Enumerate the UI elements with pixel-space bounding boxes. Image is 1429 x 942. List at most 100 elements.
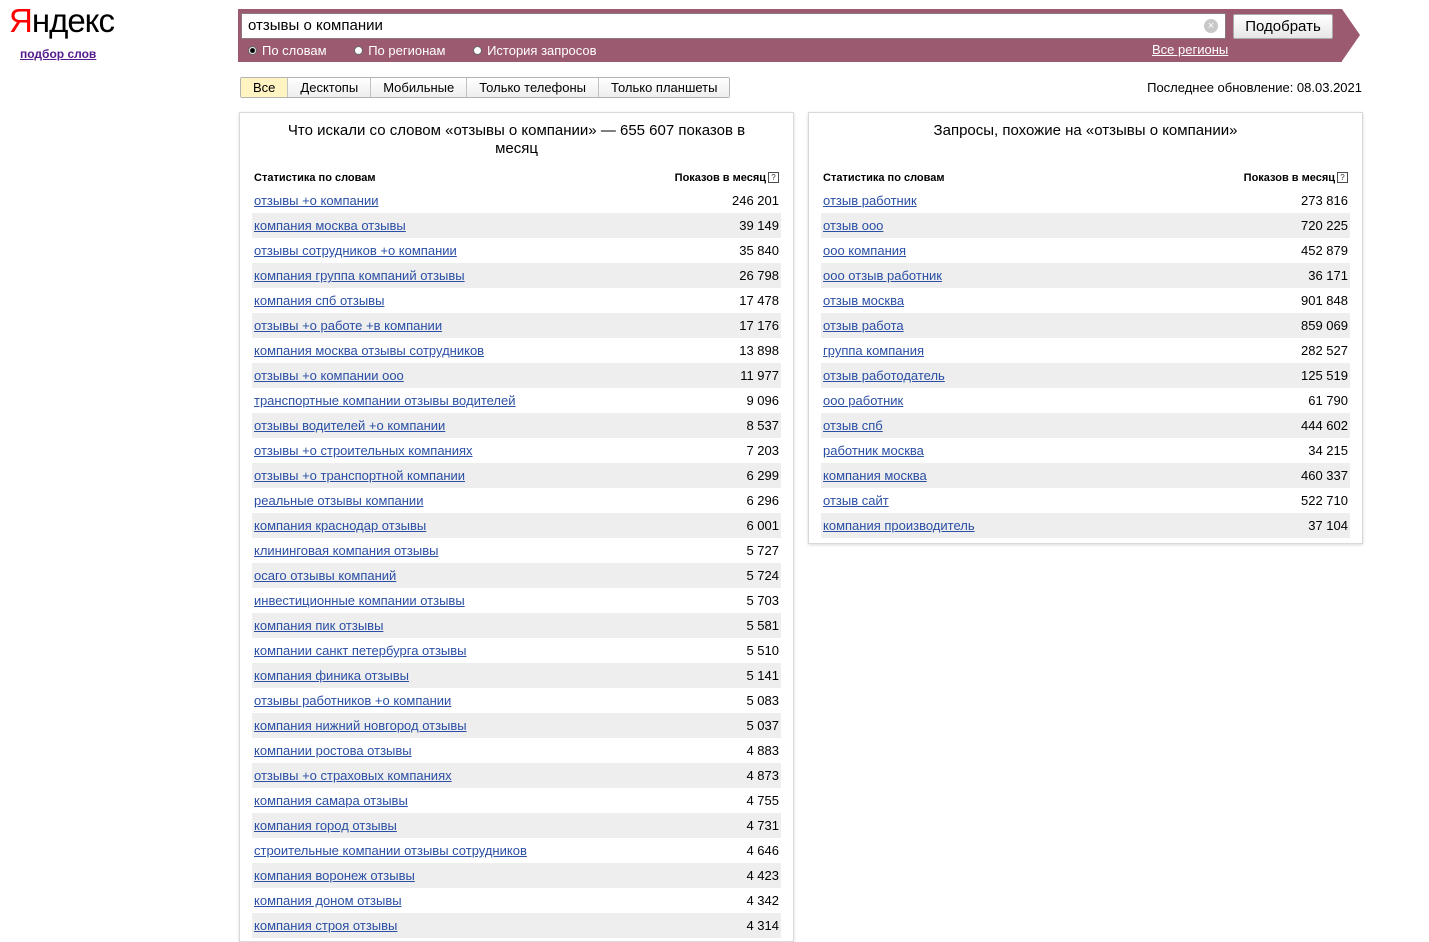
radio-by-words[interactable]: По словам [248,43,327,58]
table-row: компания пик отзывы 5 581 [252,613,781,638]
impressions-count: 4 755 [746,793,779,808]
phrase-link[interactable]: отзывы +о компании [254,188,378,213]
phrase-link[interactable]: компания москва отзывы [254,213,406,238]
phrase-link[interactable]: компания воронеж отзывы [254,863,415,888]
phrase-link[interactable]: отзыв сайт [823,488,889,513]
phrase-link[interactable]: компания краснодар отзывы [254,513,426,538]
all-regions-link[interactable]: Все регионы [1152,42,1228,57]
impressions-count: 859 069 [1301,318,1348,333]
radio-dot [473,46,483,55]
phrase-link[interactable]: компания самара отзывы [254,788,408,813]
phrase-link[interactable]: компания нижний новгород отзывы [254,713,467,738]
help-icon[interactable]: ? [1337,172,1348,183]
search-input[interactable] [248,17,1188,34]
search-box[interactable]: × [241,13,1226,39]
impressions-count: 36 171 [1308,268,1348,283]
last-updated: Последнее обновление: 08.03.2021 [1147,80,1362,95]
impressions-count: 6 299 [746,468,779,483]
radio-label: История запросов [487,43,597,58]
table-row: транспортные компании отзывы водителей 9 … [252,388,781,413]
table-row: компания спб отзывы 17 478 [252,288,781,313]
tab-tablets-only[interactable]: Только планшеты [599,78,730,97]
table-row: компания москва отзывы сотрудников 13 898 [252,338,781,363]
phrase-link[interactable]: строительные компании отзывы сотрудников [254,838,527,863]
impressions-count: 125 519 [1301,368,1348,383]
table-row: отзывы +о компании 246 201 [252,188,781,213]
table-row: компания производитель 37 104 [821,513,1350,538]
phrase-link[interactable]: отзывы +о страховых компаниях [254,763,452,788]
column-header-count-label: Показов в месяц [1243,172,1335,184]
phrase-link[interactable]: отзыв спб [823,413,883,438]
table-row: компании ростова отзывы 4 883 [252,738,781,763]
phrase-link[interactable]: компания строя отзывы [254,913,397,938]
radio-by-regions[interactable]: По регионам [354,43,445,58]
phrase-link[interactable]: отзывы +о строительных компаниях [254,438,473,463]
phrase-link[interactable]: отзыв ооо [823,213,883,238]
phrase-link[interactable]: компания москва отзывы сотрудников [254,338,484,363]
impressions-count: 273 816 [1301,193,1348,208]
tab-all[interactable]: Все [241,78,289,97]
phrase-link[interactable]: отзывы сотрудников +о компании [254,238,457,263]
phrase-link[interactable]: компания финика отзывы [254,663,409,688]
phrase-link[interactable]: осаго отзывы компаний [254,563,396,588]
phrase-link[interactable]: ооо работник [823,388,903,413]
table-row: реальные отзывы компании 6 296 [252,488,781,513]
phrase-link[interactable]: компании санкт петербурга отзывы [254,638,467,663]
phrase-link[interactable]: отзывы +о работе +в компании [254,313,442,338]
table-row: отзывы +о страховых компаниях 4 873 [252,763,781,788]
phrase-link[interactable]: отзывы работников +о компании [254,688,451,713]
phrase-link[interactable]: реальные отзывы компании [254,488,423,513]
search-mode-radios: По словам По регионам История запросов [248,43,621,58]
phrase-link[interactable]: отзывы +о компании ооо [254,363,404,388]
phrase-link[interactable]: компания производитель [823,513,975,538]
phrase-link[interactable]: компании ростова отзывы [254,738,412,763]
phrase-link[interactable]: группа компания [823,338,924,363]
radio-query-history[interactable]: История запросов [473,43,597,58]
table-row: отзывы +о транспортной компании 6 299 [252,463,781,488]
phrase-link[interactable]: клининговая компания отзывы [254,538,438,563]
phrase-link[interactable]: работник москва [823,438,924,463]
phrase-link[interactable]: транспортные компании отзывы водителей [254,388,516,413]
table-row: компания воронеж отзывы 4 423 [252,863,781,888]
phrase-link[interactable]: отзыв работа [823,313,904,338]
impressions-count: 4 423 [746,868,779,883]
phrase-link[interactable]: компания пик отзывы [254,613,383,638]
phrase-link[interactable]: отзыв москва [823,288,904,313]
phrase-link[interactable]: отзывы +о транспортной компании [254,463,465,488]
impressions-count: 6 296 [746,493,779,508]
phrase-link[interactable]: отзывы водителей +о компании [254,413,445,438]
phrase-link[interactable]: компания город отзывы [254,813,397,838]
column-header-count: Показов в месяц? [675,172,779,188]
impressions-count: 5 510 [746,643,779,658]
table-row: осаго отзывы компаний 5 724 [252,563,781,588]
phrase-link[interactable]: ооо компания [823,238,906,263]
phrase-link[interactable]: инвестиционные компании отзывы [254,588,465,613]
column-header-phrase: Статистика по словам [823,172,945,184]
tab-mobile[interactable]: Мобильные [371,78,468,97]
help-icon[interactable]: ? [768,172,779,183]
yandex-logo[interactable]: Яндекс [9,2,115,40]
phrase-link[interactable]: компания группа компаний отзывы [254,263,465,288]
tab-phones-only[interactable]: Только телефоны [467,78,600,97]
phrase-link[interactable]: компания доном отзывы [254,888,402,913]
impressions-count: 460 337 [1301,468,1348,483]
impressions-count: 5 581 [746,618,779,633]
phrase-link[interactable]: ооо отзыв работник [823,263,942,288]
phrase-link[interactable]: отзыв работник [823,188,917,213]
phrase-link[interactable]: отзыв работодатель [823,363,945,388]
tab-desktops[interactable]: Десктопы [288,78,372,97]
phrase-link[interactable]: компания спб отзывы [254,288,384,313]
similar-table-body: отзыв работник 273 816 отзыв ооо 720 225 ооо… [821,188,1350,538]
table-row: строительные компании отзывы сотрудников… [252,838,781,863]
table-row: отзыв спб 444 602 [821,413,1350,438]
phrase-link[interactable]: компания москва [823,463,927,488]
pick-button[interactable]: Подобрать [1233,14,1333,39]
similar-panel-title: Запросы, похожие на «отзывы о компании» [933,122,1238,139]
clear-icon[interactable]: × [1204,19,1218,33]
impressions-count: 5 727 [746,543,779,558]
impressions-count: 4 731 [746,818,779,833]
table-row: компания нижний новгород отзывы 5 037 [252,713,781,738]
impressions-count: 5 083 [746,693,779,708]
wordstat-link[interactable]: подбор слов [20,47,96,61]
column-header-phrase: Статистика по словам [254,172,376,184]
